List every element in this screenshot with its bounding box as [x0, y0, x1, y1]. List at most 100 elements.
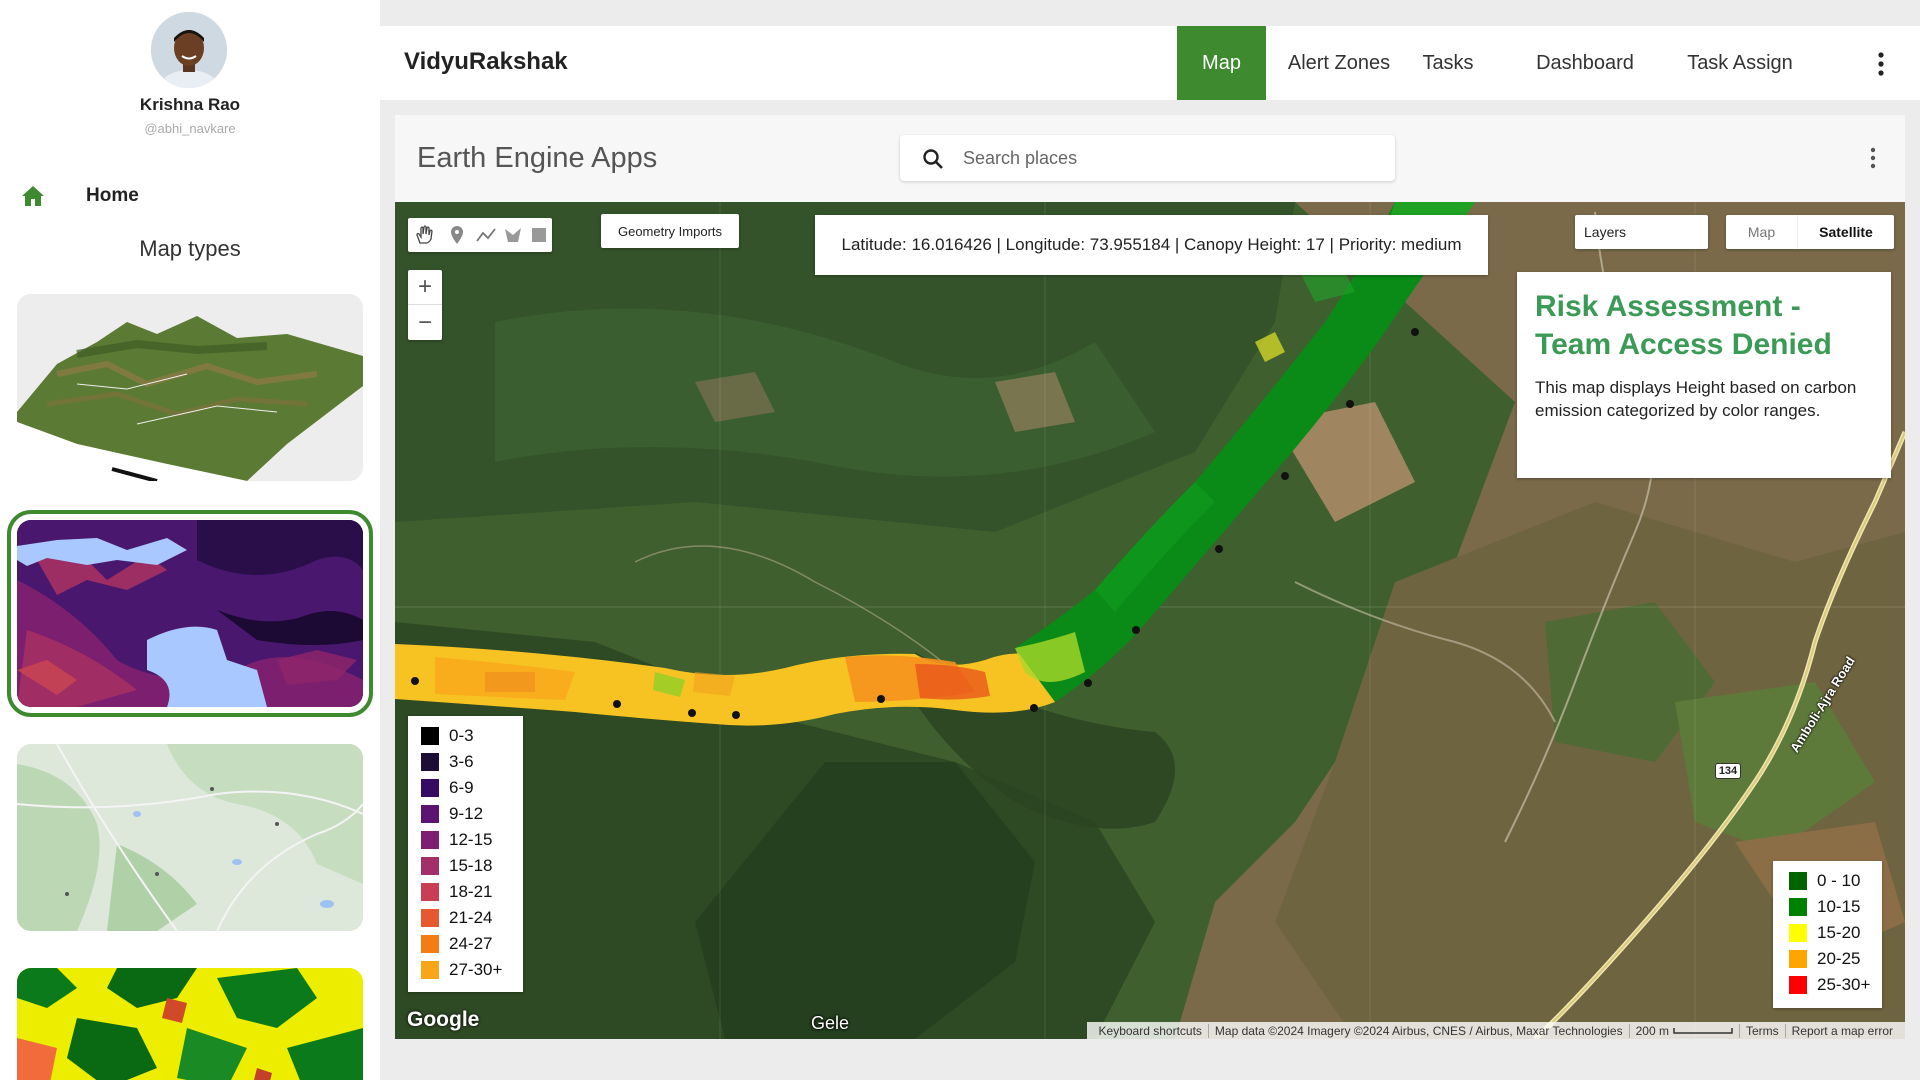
legend-swatch	[421, 961, 439, 979]
nav-tab-tasks[interactable]: Tasks	[1408, 26, 1488, 100]
user-handle: @abhi_navkare	[144, 121, 236, 136]
legend-label: 0-3	[449, 726, 474, 745]
map-data-credit: Map data ©2024 Imagery ©2024 Airbus, CNE…	[1209, 1023, 1630, 1038]
legend-entry: 25-30+	[1789, 972, 1882, 998]
marker-icon[interactable]	[448, 225, 466, 245]
scale-bar[interactable]: 200 m	[1630, 1023, 1740, 1038]
user-name: Krishna Rao	[139, 95, 241, 114]
zoom-control: + −	[408, 270, 442, 340]
brand-title: VidyuRakshak	[404, 48, 568, 75]
panel-more-icon[interactable]	[1865, 145, 1881, 171]
legend-entry: 18-21	[421, 879, 523, 905]
nav-tab-map[interactable]: Map	[1177, 26, 1266, 100]
legend-swatch	[1789, 872, 1807, 890]
more-vert-icon[interactable]	[1871, 50, 1891, 78]
search-box	[900, 135, 1395, 181]
map-type-canopy-classes[interactable]	[17, 968, 363, 1080]
legend-swatch	[421, 857, 439, 875]
layers-dropdown[interactable]: Layers	[1575, 215, 1708, 249]
legend-entry: 10-15	[1789, 894, 1882, 920]
avatar[interactable]	[151, 12, 227, 88]
legend-risk-height: 0 - 10 10-15 15-20 20-25 25-30+	[1773, 861, 1882, 1008]
legend-label: 0 - 10	[1817, 871, 1861, 890]
scale-bar-icon	[1673, 1027, 1733, 1034]
drawing-tools	[408, 218, 552, 252]
legend-swatch	[421, 935, 439, 953]
legend-label: 10-15	[1817, 897, 1861, 916]
legend-label: 3-6	[449, 752, 474, 771]
info-panel: Risk Assessment - Team Access Denied Thi…	[1517, 272, 1891, 478]
nav-tab-task-assign[interactable]: Task Assign	[1680, 26, 1800, 100]
top-nav-bar: VidyuRakshak Map Alert Zones Tasks Dashb…	[380, 26, 1920, 100]
legend-entry: 0 - 10	[1789, 868, 1882, 894]
legend-entry: 6-9	[421, 775, 523, 801]
polygon-tool-icon[interactable]	[503, 225, 525, 245]
zoom-out-button[interactable]: −	[408, 305, 442, 340]
legend-entry: 12-15	[421, 827, 523, 853]
highway-shield: 134	[1715, 763, 1741, 779]
legend-swatch	[421, 727, 439, 745]
place-label: Gele	[811, 1013, 850, 1033]
legend-entry: 24-27	[421, 931, 523, 957]
legend-entry: 15-20	[1789, 920, 1882, 946]
legend-entry: 21-24	[421, 905, 523, 931]
legend-entry: 27-30+	[421, 957, 523, 983]
line-tool-icon[interactable]	[475, 225, 497, 245]
legend-entry: 20-25	[1789, 946, 1882, 972]
google-logo: Google	[407, 1008, 480, 1031]
search-icon	[923, 149, 943, 169]
keyboard-shortcuts-link[interactable]: Keyboard shortcuts	[1093, 1023, 1209, 1038]
legend-entry: 15-18	[421, 853, 523, 879]
legend-label: 25-30+	[1817, 975, 1871, 994]
legend-label: 24-27	[449, 934, 493, 953]
home-icon	[22, 186, 44, 206]
sidebar: Krishna Rao @abhi_navkare Home Map types	[0, 0, 380, 1080]
legend-swatch	[1789, 924, 1807, 942]
map-type-toggle: Map Satellite	[1726, 215, 1894, 249]
legend-swatch	[1789, 950, 1807, 968]
legend-entry: 3-6	[421, 749, 523, 775]
map-type-map-button[interactable]: Map	[1726, 215, 1798, 249]
legend-swatch	[421, 779, 439, 797]
legend-entry: 9-12	[421, 801, 523, 827]
rectangle-tool-icon[interactable]	[531, 227, 547, 243]
legend-entry: 0-3	[421, 723, 523, 749]
legend-label: 6-9	[449, 778, 474, 797]
app-title: Earth Engine Apps	[417, 142, 658, 174]
legend-swatch	[421, 753, 439, 771]
legend-label: 18-21	[449, 882, 493, 901]
geometry-imports-button[interactable]: Geometry Imports	[601, 214, 739, 248]
legend-swatch	[421, 831, 439, 849]
legend-label: 12-15	[449, 830, 493, 849]
zoom-in-button[interactable]: +	[408, 270, 442, 305]
legend-label: 15-20	[1817, 923, 1861, 942]
pan-hand-icon[interactable]	[414, 225, 436, 245]
sidebar-item-home[interactable]: Home	[20, 178, 220, 214]
map-type-roadmap[interactable]	[17, 744, 363, 931]
map-canvas[interactable]: Geometry Imports + − Latitude: 16.016426…	[395, 202, 1905, 1039]
map-type-satellite-button[interactable]: Satellite	[1798, 215, 1894, 249]
map-types-heading: Map types	[139, 236, 241, 261]
coordinate-readout: Latitude: 16.016426 | Longitude: 73.9551…	[815, 215, 1488, 275]
terms-link[interactable]: Terms	[1740, 1023, 1786, 1038]
legend-label: 27-30+	[449, 960, 503, 979]
search-input[interactable]	[963, 145, 1363, 171]
legend-swatch	[1789, 976, 1807, 994]
info-text: This map displays Height based on carbon…	[1535, 378, 1857, 420]
map-type-canopy-magma[interactable]	[7, 510, 373, 717]
legend-label: 21-24	[449, 908, 493, 927]
nav-tab-dashboard[interactable]: Dashboard	[1530, 26, 1640, 100]
map-type-terrain-3d[interactable]	[17, 294, 363, 481]
sidebar-item-home-label: Home	[86, 185, 139, 206]
legend-label: 15-18	[449, 856, 493, 875]
nav-tab-alert-zones[interactable]: Alert Zones	[1280, 26, 1398, 100]
legend-swatch	[421, 883, 439, 901]
scale-label: 200 m	[1635, 1023, 1669, 1038]
map-attribution: Keyboard shortcuts Map data ©2024 Imager…	[1086, 1022, 1905, 1039]
legend-label: 9-12	[449, 804, 484, 823]
info-title: Risk Assessment - Team Access Denied	[1535, 290, 1832, 361]
legend-swatch	[421, 909, 439, 927]
report-error-link[interactable]: Report a map error	[1786, 1024, 1899, 1038]
legend-swatch	[421, 805, 439, 823]
legend-label: 20-25	[1817, 949, 1861, 968]
